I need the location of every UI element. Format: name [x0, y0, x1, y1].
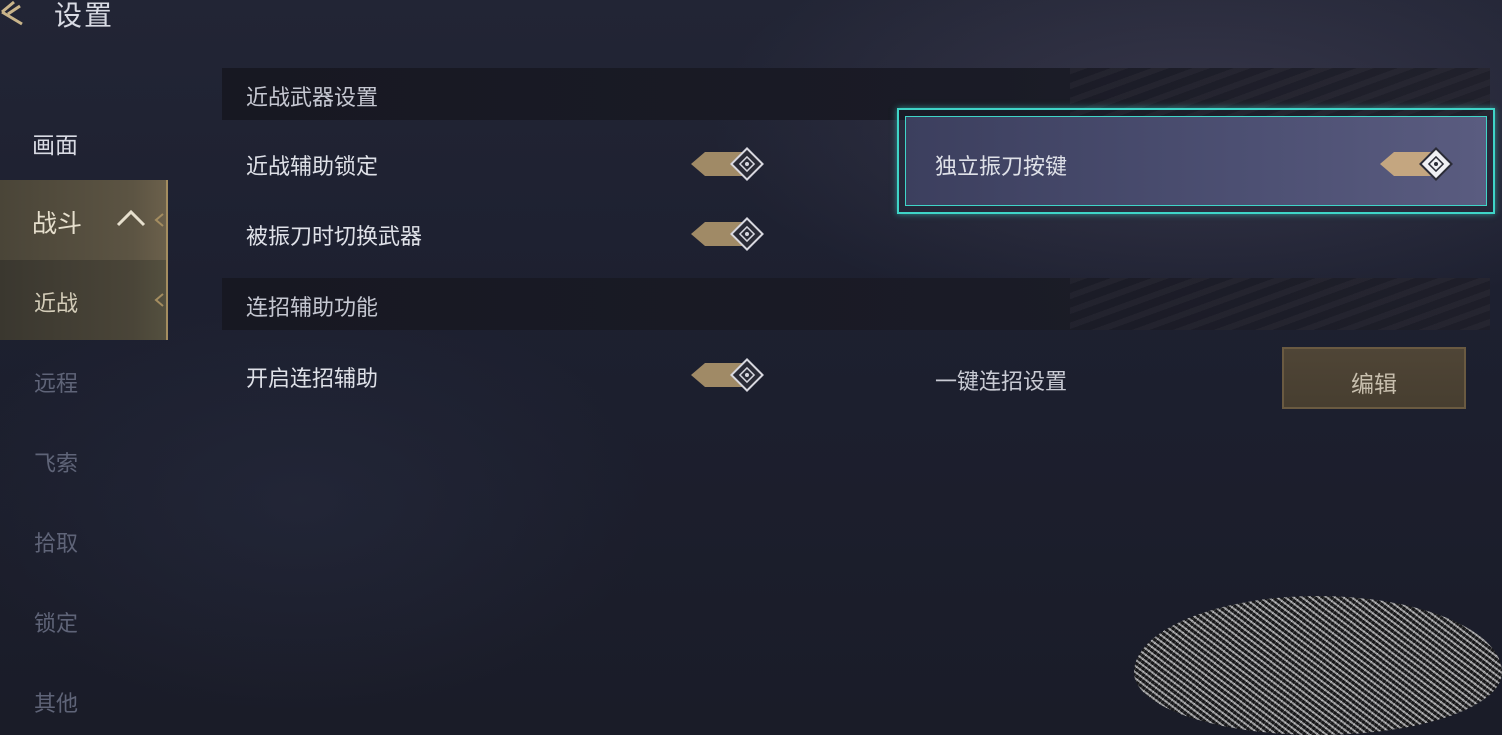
diamond-knob-icon — [730, 358, 764, 392]
header: 设置 — [0, 0, 400, 40]
diamond-knob-icon — [1419, 147, 1453, 181]
section-title: 连招辅助功能 — [246, 296, 379, 321]
section-header-combo-assist: 连招辅助功能 — [222, 278, 1490, 330]
diamond-knob-icon — [730, 147, 764, 181]
chevron-up-icon — [116, 209, 146, 227]
sidebar-item-label: 战斗 — [32, 209, 83, 238]
sidebar-item-ranged[interactable]: 远程 — [0, 340, 166, 420]
edit-button-label: 编辑 — [1351, 372, 1397, 398]
toggle-independent-parry-key[interactable] — [1380, 146, 1454, 181]
toggle-enable-combo-assist[interactable] — [691, 357, 765, 392]
chevron-left-icon — [154, 213, 164, 227]
section-title: 近战武器设置 — [246, 86, 379, 111]
toggle-melee-assist-lock[interactable] — [691, 146, 765, 181]
sidebar-item-label: 远程 — [34, 372, 79, 397]
settings-screen: 设置 画面 战斗 近战 远程 飞索 拾取 锁定 其他 近战武器设置 近战辅助锁定… — [0, 0, 1502, 735]
edit-combo-button[interactable]: 编辑 — [1282, 347, 1466, 409]
setting-label-melee-assist-lock: 近战辅助锁定 — [246, 155, 379, 180]
sidebar-item-display[interactable]: 画面 — [0, 100, 166, 180]
sidebar-item-pickup[interactable]: 拾取 — [0, 500, 166, 580]
setting-label-one-key-combo: 一键连招设置 — [935, 370, 1068, 395]
back-icon[interactable] — [0, 0, 30, 30]
sidebar-item-label: 其他 — [34, 692, 79, 717]
sidebar-item-label: 锁定 — [34, 612, 79, 637]
sidebar-item-label: 飞索 — [34, 452, 79, 477]
sidebar: 画面 战斗 近战 远程 飞索 拾取 锁定 其他 — [0, 100, 168, 735]
sidebar-item-melee[interactable]: 近战 — [0, 260, 168, 340]
sidebar-item-label: 画面 — [32, 133, 78, 159]
toggle-switch-weapon-on-parry[interactable] — [691, 216, 765, 251]
sidebar-item-label: 拾取 — [34, 532, 79, 557]
sidebar-item-label: 近战 — [34, 292, 79, 317]
setting-label-independent-parry-key: 独立振刀按键 — [935, 155, 1068, 180]
diamond-knob-icon — [730, 217, 764, 251]
page-title: 设置 — [54, 0, 115, 32]
setting-label-enable-combo-assist: 开启连招辅助 — [246, 367, 379, 392]
sidebar-item-other[interactable]: 其他 — [0, 660, 166, 735]
blurred-watermark — [1134, 596, 1502, 735]
sidebar-item-combat[interactable]: 战斗 — [0, 180, 168, 260]
setting-label-switch-weapon-on-parry: 被振刀时切换武器 — [246, 225, 423, 250]
chevron-left-icon — [154, 293, 164, 307]
sidebar-item-lock[interactable]: 锁定 — [0, 580, 166, 660]
sidebar-item-grapple[interactable]: 飞索 — [0, 420, 166, 500]
